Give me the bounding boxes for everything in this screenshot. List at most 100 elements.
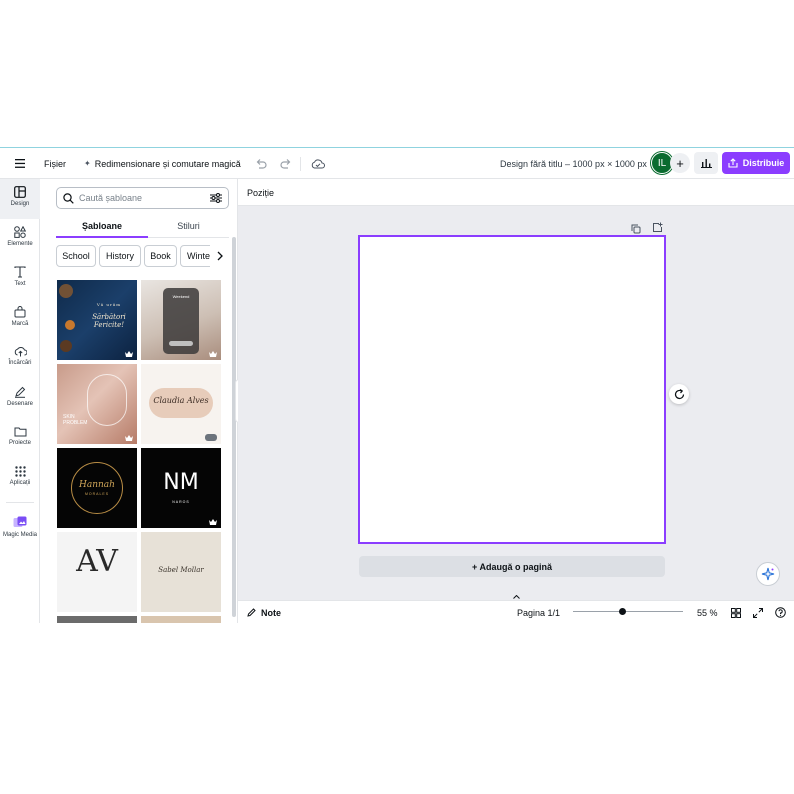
template-search-input[interactable]: Caută șabloane xyxy=(56,187,229,209)
search-placeholder: Caută șabloane xyxy=(79,193,143,203)
design-title[interactable]: Design fără titlu – 1000 px × 1000 px xyxy=(500,148,647,179)
rail-label-brand: Marcă xyxy=(11,321,29,327)
apps-grid-icon xyxy=(14,466,26,477)
chip-label: School xyxy=(62,251,90,261)
panel-scrollbar[interactable] xyxy=(232,237,236,617)
templates-panel: Caută șabloane Șabloane Stiluri School H… xyxy=(40,179,238,623)
chip-history[interactable]: History xyxy=(99,245,141,267)
template-tile[interactable]: Sabel Mollar xyxy=(141,532,221,612)
redo-icon[interactable] xyxy=(276,148,296,179)
template-tile[interactable]: Weekend xyxy=(141,280,221,360)
tab-templates[interactable]: Șabloane xyxy=(56,217,148,235)
magic-assistant-button[interactable] xyxy=(756,562,780,586)
chip-school[interactable]: School xyxy=(56,245,96,267)
share-button[interactable]: Distribuie xyxy=(722,152,790,174)
position-button[interactable]: Poziție xyxy=(247,179,274,206)
sparkle-icon: ✦ xyxy=(84,159,91,168)
template-tile[interactable]: Hannah MORALES xyxy=(57,448,137,528)
upload-cloud-icon xyxy=(14,347,27,357)
design-canvas[interactable] xyxy=(358,235,666,544)
cloud-check-icon[interactable] xyxy=(308,148,328,179)
rail-item-elements[interactable]: Elemente xyxy=(0,219,40,259)
chevron-up-icon xyxy=(512,595,520,599)
rail-item-text[interactable]: Text xyxy=(0,259,40,299)
tile-line: NAROS xyxy=(172,500,190,504)
template-tile[interactable] xyxy=(57,616,137,623)
notes-label: Note xyxy=(261,607,281,618)
template-tile[interactable]: Claudia Alves xyxy=(141,364,221,444)
search-icon xyxy=(63,192,74,204)
tile-line: Fericite! xyxy=(93,321,125,329)
rail-item-draw[interactable]: Desenare xyxy=(0,379,40,419)
template-tile[interactable] xyxy=(141,616,221,623)
fullscreen-icon[interactable] xyxy=(753,601,763,623)
tile-decoration xyxy=(169,341,193,346)
chevron-right-icon xyxy=(217,251,223,261)
zoom-slider-track xyxy=(573,611,683,612)
top-toolbar: Fișier ✦ Redimensionare și comutare magi… xyxy=(0,148,794,179)
rail-item-brand[interactable]: Marcă xyxy=(0,299,40,339)
zoom-slider[interactable] xyxy=(573,608,683,615)
template-tile[interactable]: NM NAROS xyxy=(141,448,221,528)
add-page-button[interactable]: + Adaugă o pagină xyxy=(359,556,665,577)
undo-icon[interactable] xyxy=(251,148,271,179)
chip-book[interactable]: Book xyxy=(144,245,177,267)
hamburger-icon[interactable] xyxy=(10,148,30,179)
add-collaborator-button[interactable]: + xyxy=(670,153,690,173)
tile-text: SKIN PROBLEM xyxy=(63,414,87,426)
refresh-suggestions-button[interactable] xyxy=(669,384,689,404)
tile-line: Sabel Mollar xyxy=(158,566,204,574)
tile-decoration xyxy=(59,284,73,298)
tile-decoration xyxy=(65,320,75,330)
tile-phone: Weekend xyxy=(163,288,199,354)
rail-item-apps[interactable]: Aplicații xyxy=(0,459,40,499)
grid-view-icon[interactable] xyxy=(731,601,741,623)
page-indicator-label: Pagina 1/1 xyxy=(517,607,561,618)
insights-button[interactable] xyxy=(694,152,718,174)
rail-label-text: Text xyxy=(14,281,26,287)
share-label: Distribuie xyxy=(742,158,785,168)
chips-next-button[interactable] xyxy=(210,245,230,267)
rail-item-magic-media[interactable]: Magic Media xyxy=(0,509,40,549)
editor-area: Poziție + Adaugă o pagină Note Pagina 1/… xyxy=(238,179,794,623)
toolbar-divider xyxy=(300,157,301,171)
file-menu-button[interactable]: Fișier xyxy=(44,148,66,179)
tab-styles[interactable]: Stiluri xyxy=(148,217,229,235)
magic-resize-label: Redimensionare și comutare magică xyxy=(94,158,241,169)
tile-line: Claudia Alves xyxy=(153,396,209,405)
magic-resize-button[interactable]: ✦ Redimensionare și comutare magică xyxy=(84,148,241,179)
crown-icon xyxy=(209,351,217,357)
help-icon[interactable] xyxy=(775,601,786,623)
bar-chart-icon xyxy=(700,159,712,168)
rail-label-magic-media: Magic Media xyxy=(2,532,37,538)
tile-line: Weekend xyxy=(172,294,190,299)
template-tile[interactable]: SKIN PROBLEM xyxy=(57,364,137,444)
active-tab-indicator xyxy=(56,236,148,238)
notes-button[interactable]: Note xyxy=(247,601,281,623)
zoom-slider-thumb[interactable] xyxy=(619,608,626,615)
tile-line: AV xyxy=(76,544,118,579)
template-tile[interactable]: Vă urăm Sărbători Fericite! xyxy=(57,280,137,360)
magic-media-icon xyxy=(13,516,27,527)
zoom-level[interactable]: 55 % xyxy=(697,601,718,623)
chip-label: Book xyxy=(150,251,171,261)
avatar-initials: IL xyxy=(657,157,667,169)
bottom-bar: Note Pagina 1/1 55 % xyxy=(238,600,794,623)
rail-label-projects: Proiecte xyxy=(8,440,31,446)
crown-icon xyxy=(209,519,217,525)
rail-item-design[interactable]: Design xyxy=(0,179,40,219)
left-rail: Design Elemente Text Marcă Încărcări Des… xyxy=(0,179,40,623)
filter-icon[interactable] xyxy=(210,193,222,203)
file-menu-label: Fișier xyxy=(44,158,66,169)
upload-icon xyxy=(728,158,738,168)
tile-line: Vă urăm xyxy=(96,302,122,307)
context-toolbar: Poziție xyxy=(238,179,794,206)
rail-item-uploads[interactable]: Încărcări xyxy=(0,339,40,379)
tile-line: PROBLEM xyxy=(63,420,88,426)
page-indicator[interactable]: Pagina 1/1 xyxy=(517,601,560,623)
zoom-level-label: 55 % xyxy=(697,607,718,618)
rail-label-apps: Aplicații xyxy=(9,480,31,486)
rail-item-projects[interactable]: Proiecte xyxy=(0,419,40,459)
template-tile[interactable]: AV xyxy=(57,532,137,612)
tab-styles-label: Stiluri xyxy=(177,221,200,231)
